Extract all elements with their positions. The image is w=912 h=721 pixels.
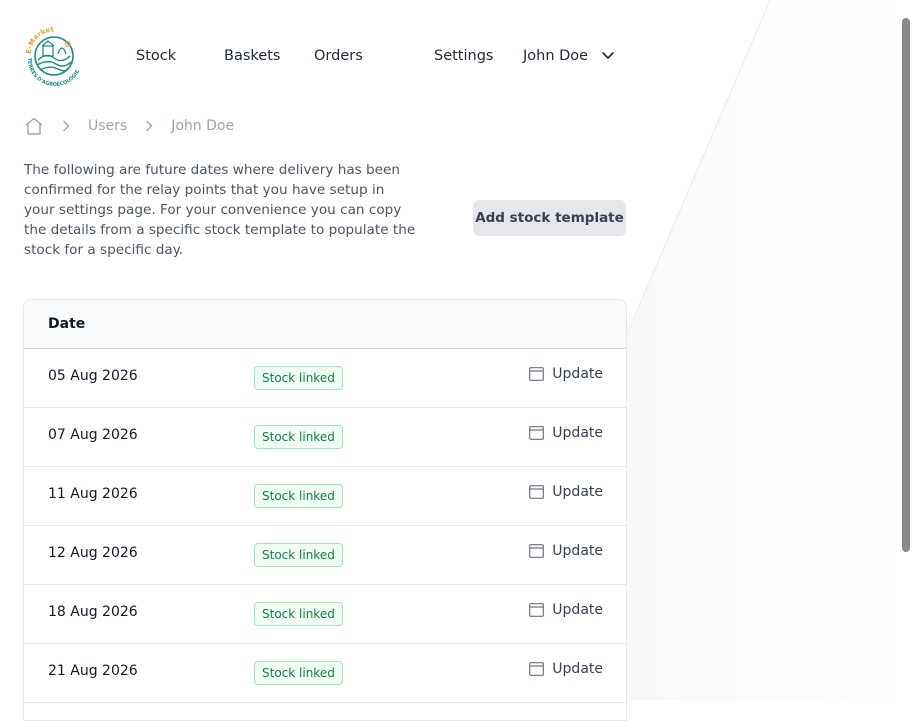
row-date: 21 Aug 2026 bbox=[48, 663, 138, 679]
nav-orders[interactable]: Orders bbox=[314, 46, 363, 66]
delivery-dates-table: Date 05 Aug 2026 Stock linked Update 07 … bbox=[23, 299, 627, 721]
status-badge: Stock linked bbox=[254, 366, 343, 390]
logo-top-text: E-Market bbox=[25, 25, 55, 54]
update-label: Update bbox=[552, 425, 603, 441]
table-row: 07 Aug 2026 Stock linked Update bbox=[24, 408, 626, 467]
status-badge: Stock linked bbox=[254, 425, 343, 449]
update-button[interactable]: Update bbox=[529, 602, 603, 618]
calendar-icon bbox=[529, 426, 545, 440]
table-row: 18 Aug 2026 Stock linked Update bbox=[24, 585, 626, 644]
update-label: Update bbox=[552, 602, 603, 618]
user-name: John Doe bbox=[523, 48, 589, 64]
table-row: 21 Aug 2026 Stock linked Update bbox=[24, 644, 626, 703]
status-badge: Stock linked bbox=[254, 484, 343, 508]
status-badge: Stock linked bbox=[254, 602, 343, 626]
row-date: 11 Aug 2026 bbox=[48, 486, 138, 502]
update-label: Update bbox=[552, 543, 603, 559]
status-badge: Stock linked bbox=[254, 543, 343, 567]
row-date: 12 Aug 2026 bbox=[48, 545, 138, 561]
status-badge: Stock linked bbox=[254, 661, 343, 685]
calendar-icon bbox=[529, 603, 545, 617]
table-row: 11 Aug 2026 Stock linked Update bbox=[24, 467, 626, 526]
table-header: Date bbox=[24, 300, 626, 349]
nav-baskets[interactable]: Baskets bbox=[224, 46, 280, 66]
calendar-icon bbox=[529, 367, 545, 381]
logo-emblem-icon: E-Market TERRES D'AGROÉCOLOGIE bbox=[25, 25, 81, 88]
page-scrollbar[interactable] bbox=[902, 18, 910, 552]
update-button[interactable]: Update bbox=[529, 661, 603, 677]
update-button[interactable]: Update bbox=[529, 484, 603, 500]
column-header-date: Date bbox=[48, 316, 86, 332]
top-header: E-Market TERRES D'AGROÉCOLOGIE Stock Bas… bbox=[0, 0, 900, 112]
calendar-icon bbox=[529, 544, 545, 558]
e-market-logo[interactable]: E-Market TERRES D'AGROÉCOLOGIE bbox=[22, 24, 86, 88]
breadcrumb-separator-icon bbox=[145, 120, 153, 132]
breadcrumb: Users John Doe bbox=[24, 116, 234, 136]
user-menu[interactable]: John Doe bbox=[523, 46, 614, 66]
update-button[interactable]: Update bbox=[529, 425, 603, 441]
breadcrumb-current-user: John Doe bbox=[171, 118, 235, 134]
breadcrumb-users[interactable]: Users bbox=[88, 118, 127, 134]
update-label: Update bbox=[552, 484, 603, 500]
calendar-icon bbox=[529, 485, 545, 499]
calendar-icon bbox=[529, 662, 545, 676]
update-label: Update bbox=[552, 661, 603, 677]
row-date: 07 Aug 2026 bbox=[48, 427, 138, 443]
row-date: 05 Aug 2026 bbox=[48, 368, 138, 384]
row-date: 18 Aug 2026 bbox=[48, 604, 138, 620]
breadcrumb-separator-icon bbox=[62, 120, 70, 132]
table-row: 12 Aug 2026 Stock linked Update bbox=[24, 526, 626, 585]
update-label: Update bbox=[552, 366, 603, 382]
home-icon[interactable] bbox=[24, 117, 44, 135]
chevron-down-icon bbox=[602, 52, 614, 59]
intro-description: The following are future dates where del… bbox=[24, 162, 416, 258]
update-button[interactable]: Update bbox=[529, 366, 603, 382]
nav-stock[interactable]: Stock bbox=[136, 46, 176, 66]
nav-settings[interactable]: Settings bbox=[434, 46, 493, 66]
add-stock-template-button[interactable]: Add stock template bbox=[473, 200, 626, 236]
update-button[interactable]: Update bbox=[529, 543, 603, 559]
table-row: 05 Aug 2026 Stock linked Update bbox=[24, 349, 626, 408]
svg-text:E-Market: E-Market bbox=[25, 25, 55, 54]
